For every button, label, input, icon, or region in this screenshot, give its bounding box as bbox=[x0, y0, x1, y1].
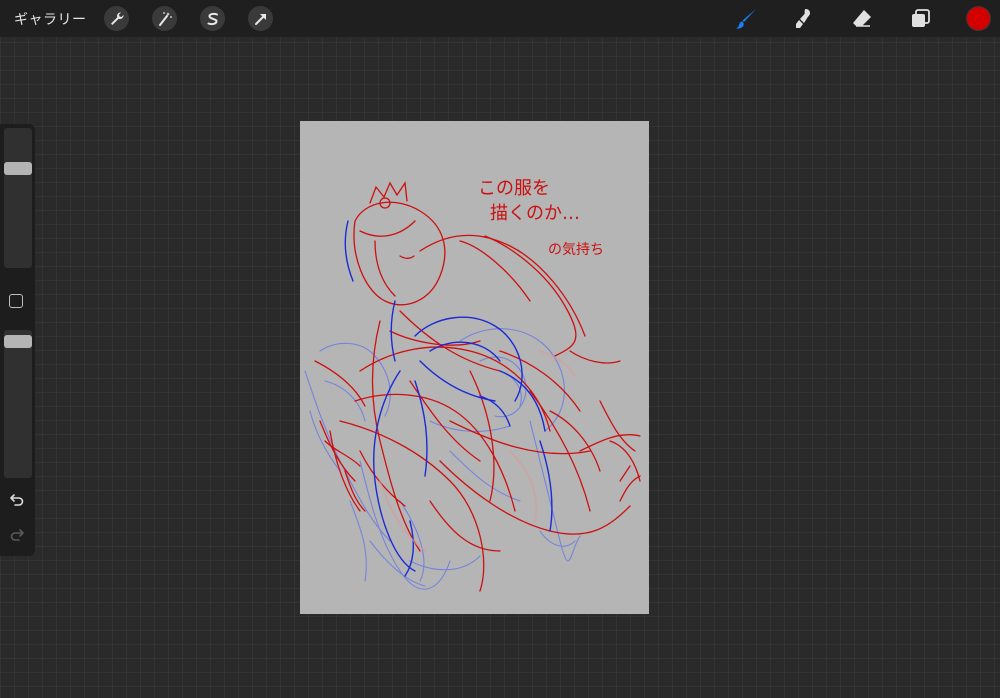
left-sidebar bbox=[0, 124, 35, 556]
gallery-button[interactable]: ギャラリー bbox=[14, 9, 87, 29]
drawing-canvas[interactable]: この服を 描くのか… の気持ち bbox=[300, 121, 649, 614]
opacity-slider[interactable] bbox=[4, 330, 32, 478]
brush-size-slider-handle[interactable] bbox=[4, 162, 32, 176]
smudge-tool-button[interactable] bbox=[791, 6, 817, 32]
adjustments-button[interactable] bbox=[152, 6, 177, 31]
actions-button[interactable] bbox=[104, 6, 129, 31]
color-picker-button[interactable] bbox=[967, 7, 990, 30]
magic-wand-icon bbox=[158, 11, 172, 26]
redo-icon bbox=[10, 529, 24, 541]
opacity-slider-handle[interactable] bbox=[4, 335, 32, 349]
transform-button[interactable] bbox=[248, 6, 273, 31]
undo-button[interactable] bbox=[7, 490, 27, 510]
selection-s-icon bbox=[207, 12, 218, 25]
modify-button[interactable] bbox=[9, 294, 23, 308]
brush-tool-button[interactable] bbox=[733, 6, 759, 32]
handwritten-note-line-1: この服を bbox=[478, 178, 550, 199]
brush-icon bbox=[736, 9, 756, 29]
sketch-artwork bbox=[304, 181, 641, 592]
top-toolbar: ギャラリー bbox=[0, 0, 1000, 37]
handwritten-note-line-3: の気持ち bbox=[548, 242, 604, 258]
eraser-tool-button[interactable] bbox=[849, 6, 875, 32]
smudge-icon bbox=[796, 9, 810, 28]
eraser-icon bbox=[853, 10, 871, 27]
arrow-transform-icon bbox=[254, 13, 266, 25]
undo-icon bbox=[10, 494, 24, 506]
layers-button[interactable] bbox=[908, 6, 934, 32]
redo-button[interactable] bbox=[7, 525, 27, 545]
brush-size-slider[interactable] bbox=[4, 128, 32, 268]
layers-icon bbox=[912, 9, 930, 27]
handwritten-note-line-2: 描くのか… bbox=[490, 203, 580, 224]
selection-button[interactable] bbox=[200, 6, 225, 31]
wrench-icon bbox=[110, 12, 124, 25]
